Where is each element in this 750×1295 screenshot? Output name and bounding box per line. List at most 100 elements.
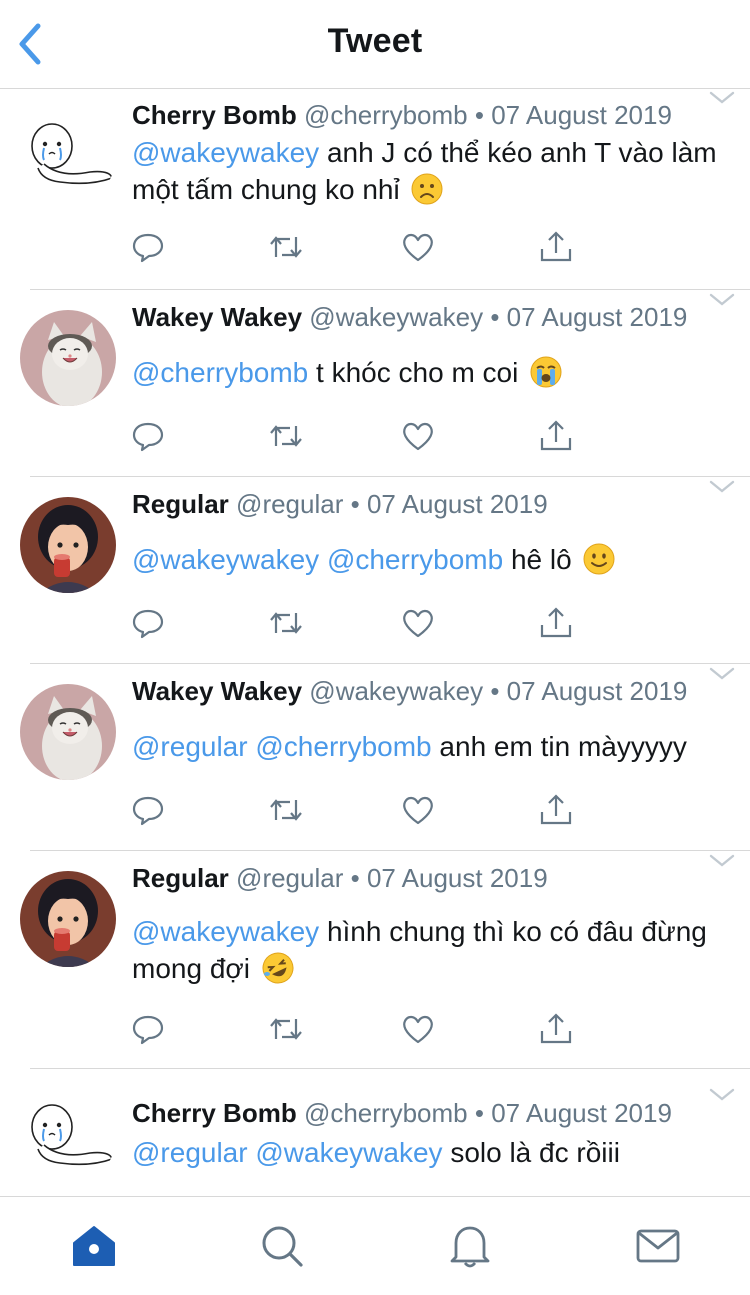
avatar[interactable] bbox=[20, 108, 116, 204]
tweet-actions bbox=[130, 418, 590, 454]
tweet-meta: Wakey Wakey @wakeywakey • 07 August 2019 bbox=[132, 300, 687, 334]
tweet-item[interactable]: Wakey Wakey @wakeywakey • 07 August 2019… bbox=[0, 664, 750, 851]
share-icon[interactable] bbox=[538, 1011, 574, 1047]
chevron-down-icon[interactable] bbox=[708, 666, 736, 682]
cartoon-girl-avatar-icon bbox=[20, 871, 116, 967]
tweet-item[interactable]: Cherry Bomb @cherrybomb • 07 August 2019… bbox=[0, 88, 750, 290]
mention-link[interactable]: @wakeywakey bbox=[132, 544, 319, 575]
like-icon[interactable] bbox=[400, 418, 436, 454]
tweet-options-button[interactable] bbox=[708, 90, 736, 106]
retweet-icon[interactable] bbox=[268, 418, 304, 454]
mention-link[interactable]: @regular bbox=[132, 731, 248, 762]
tweet-options-button[interactable] bbox=[708, 292, 736, 308]
tweet-date: 07 August 2019 bbox=[366, 489, 548, 519]
avatar[interactable] bbox=[20, 310, 116, 406]
chevron-down-icon[interactable] bbox=[708, 1087, 736, 1103]
reply-button[interactable] bbox=[130, 792, 166, 828]
mention-link[interactable]: @wakeywakey bbox=[255, 1137, 442, 1168]
avatar[interactable] bbox=[20, 684, 116, 780]
messages-envelope-icon[interactable] bbox=[634, 1223, 682, 1269]
share-icon[interactable] bbox=[538, 605, 574, 641]
author-name[interactable]: Wakey Wakey bbox=[132, 302, 302, 332]
like-button[interactable] bbox=[400, 229, 436, 265]
author-name[interactable]: Wakey Wakey bbox=[132, 676, 302, 706]
like-button[interactable] bbox=[400, 605, 436, 641]
tweet-options-button[interactable] bbox=[708, 479, 736, 495]
share-button[interactable] bbox=[538, 605, 574, 641]
retweet-icon[interactable] bbox=[268, 1011, 304, 1047]
retweet-button[interactable] bbox=[268, 792, 304, 828]
retweet-icon[interactable] bbox=[268, 792, 304, 828]
seal-drawing-avatar-icon bbox=[31, 1104, 113, 1166]
retweet-button[interactable] bbox=[268, 605, 304, 641]
like-icon[interactable] bbox=[400, 792, 436, 828]
like-button[interactable] bbox=[400, 792, 436, 828]
tweet-item[interactable]: Regular @regular • 07 August 2019 @wakey… bbox=[0, 851, 750, 1069]
tweet-actions bbox=[130, 229, 590, 265]
retweet-icon[interactable] bbox=[268, 229, 304, 265]
home-icon[interactable] bbox=[70, 1223, 118, 1269]
reply-button[interactable] bbox=[130, 1011, 166, 1047]
reply-icon[interactable] bbox=[130, 792, 166, 828]
tweet-item[interactable]: Cherry Bomb @cherrybomb • 07 August 2019… bbox=[0, 1069, 750, 1196]
share-button[interactable] bbox=[538, 418, 574, 454]
tweet-item[interactable]: Wakey Wakey @wakeywakey • 07 August 2019… bbox=[0, 290, 750, 477]
share-button[interactable] bbox=[538, 792, 574, 828]
tweet-options-button[interactable] bbox=[708, 1087, 736, 1103]
avatar[interactable] bbox=[20, 871, 116, 967]
meta-separator: • bbox=[474, 1098, 484, 1128]
retweet-button[interactable] bbox=[268, 229, 304, 265]
avatar[interactable] bbox=[20, 1089, 116, 1185]
retweet-button[interactable] bbox=[268, 418, 304, 454]
tab-messages[interactable] bbox=[634, 1223, 682, 1269]
notifications-bell-icon[interactable] bbox=[446, 1223, 494, 1269]
author-name[interactable]: Regular bbox=[132, 863, 229, 893]
tweet-options-button[interactable] bbox=[708, 853, 736, 869]
avatar[interactable] bbox=[20, 497, 116, 593]
mention-link[interactable]: @cherrybomb bbox=[132, 357, 308, 388]
meta-separator: • bbox=[350, 489, 360, 519]
reply-icon[interactable] bbox=[130, 229, 166, 265]
reply-icon[interactable] bbox=[130, 1011, 166, 1047]
share-button[interactable] bbox=[538, 1011, 574, 1047]
search-icon[interactable] bbox=[258, 1223, 306, 1269]
tweet-item[interactable]: Regular @regular • 07 August 2019 @wakey… bbox=[0, 477, 750, 664]
share-icon[interactable] bbox=[538, 418, 574, 454]
mention-link[interactable]: @wakeywakey bbox=[132, 137, 319, 168]
tab-notifications[interactable] bbox=[446, 1223, 494, 1269]
tweet-options-button[interactable] bbox=[708, 666, 736, 682]
like-icon[interactable] bbox=[400, 605, 436, 641]
author-name[interactable]: Regular bbox=[132, 489, 229, 519]
author-handle: @wakeywakey bbox=[309, 302, 484, 332]
retweet-icon[interactable] bbox=[268, 605, 304, 641]
mention-link[interactable]: @wakeywakey bbox=[132, 916, 319, 947]
chevron-down-icon[interactable] bbox=[708, 292, 736, 308]
cartoon-girl-avatar-icon bbox=[20, 497, 116, 593]
author-name[interactable]: Cherry Bomb bbox=[132, 100, 297, 130]
retweet-button[interactable] bbox=[268, 1011, 304, 1047]
like-icon[interactable] bbox=[400, 229, 436, 265]
reply-button[interactable] bbox=[130, 418, 166, 454]
share-button[interactable] bbox=[538, 229, 574, 265]
tab-search[interactable] bbox=[258, 1223, 306, 1269]
tweet-meta: Cherry Bomb @cherrybomb • 07 August 2019 bbox=[132, 98, 672, 132]
share-icon[interactable] bbox=[538, 229, 574, 265]
reply-button[interactable] bbox=[130, 229, 166, 265]
like-button[interactable] bbox=[400, 1011, 436, 1047]
mention-link[interactable]: @regular bbox=[132, 1137, 248, 1168]
reply-icon[interactable] bbox=[130, 605, 166, 641]
tweet-actions bbox=[130, 1011, 590, 1047]
chevron-down-icon[interactable] bbox=[708, 853, 736, 869]
like-button[interactable] bbox=[400, 418, 436, 454]
tweet-body: hê lô bbox=[510, 544, 572, 575]
tab-home[interactable] bbox=[70, 1223, 118, 1269]
like-icon[interactable] bbox=[400, 1011, 436, 1047]
author-name[interactable]: Cherry Bomb bbox=[132, 1098, 297, 1128]
mention-link[interactable]: @cherrybomb bbox=[255, 731, 431, 762]
share-icon[interactable] bbox=[538, 792, 574, 828]
reply-icon[interactable] bbox=[130, 418, 166, 454]
reply-button[interactable] bbox=[130, 605, 166, 641]
mention-link[interactable]: @cherrybomb bbox=[327, 544, 503, 575]
chevron-down-icon[interactable] bbox=[708, 479, 736, 495]
chevron-down-icon[interactable] bbox=[708, 90, 736, 106]
